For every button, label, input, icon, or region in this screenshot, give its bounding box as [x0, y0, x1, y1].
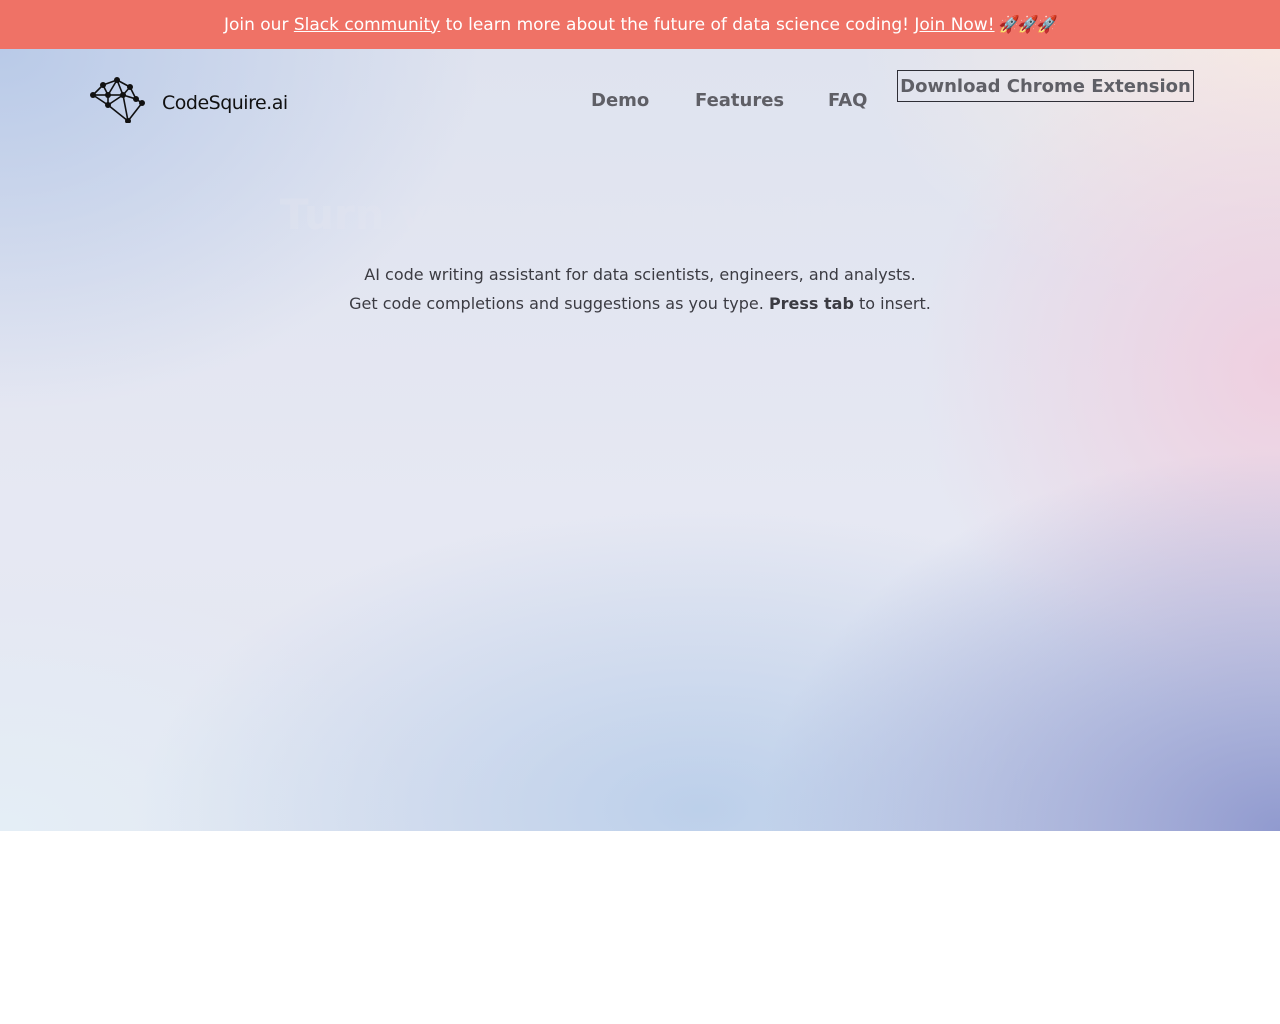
- nav-faq-link[interactable]: FAQ: [828, 90, 867, 111]
- banner-prefix: Join our: [223, 14, 289, 35]
- network-brain-icon: [90, 77, 145, 123]
- join-now-link[interactable]: Join Now!: [914, 15, 994, 35]
- press-tab-emphasis: Press tab: [768, 294, 854, 313]
- nav-demo-link[interactable]: Demo: [591, 90, 649, 111]
- slack-community-link[interactable]: Slack community: [294, 15, 440, 35]
- download-chrome-extension-button[interactable]: Download Chrome Extension: [897, 70, 1194, 102]
- brand-name: CodeSquire.ai: [162, 92, 288, 114]
- line2-suffix: to insert.: [859, 294, 931, 313]
- hero-subtitle-line-1: AI code writing assistant for data scien…: [364, 265, 916, 284]
- hero-headline: Turn your comments into code: [279, 190, 1001, 239]
- banner-message: to learn more about the future of data s…: [445, 14, 909, 35]
- line2-prefix: Get code completions and suggestions as …: [349, 294, 764, 313]
- hero-subtitle-line-2: Get code completions and suggestions as …: [0, 289, 1280, 318]
- nav-features-link[interactable]: Features: [695, 90, 784, 111]
- rocket-icons: 🚀🚀🚀: [998, 14, 1058, 35]
- brand-logo[interactable]: CodeSquire.ai: [90, 77, 288, 123]
- hero-section: [0, 49, 1280, 831]
- hero-subtitle: AI code writing assistant for data scien…: [0, 260, 1280, 318]
- announcement-banner: Join our Slack community to learn more a…: [0, 0, 1280, 49]
